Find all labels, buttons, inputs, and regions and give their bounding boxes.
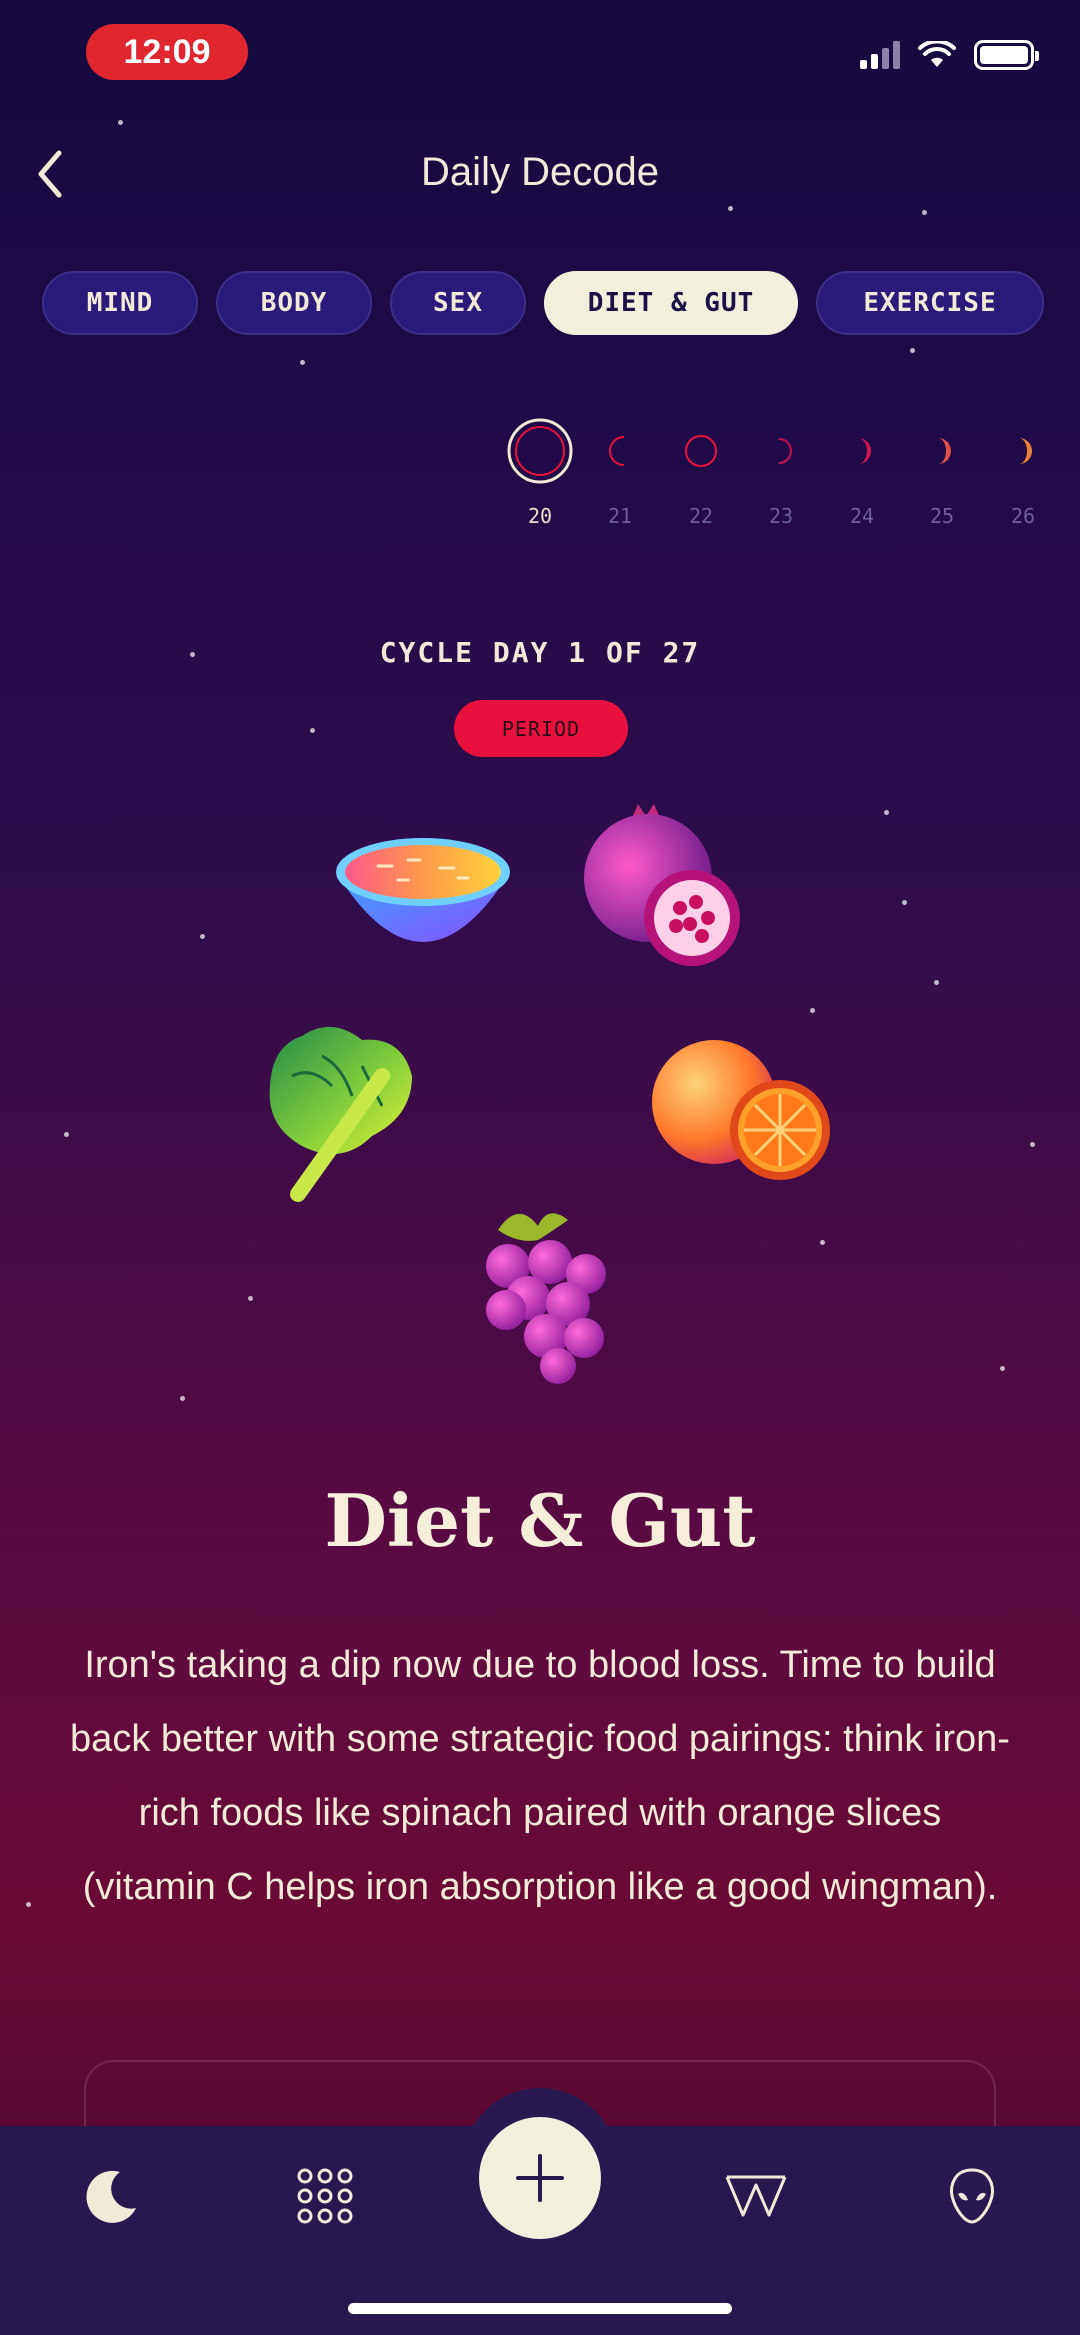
tab-mind[interactable]: MIND bbox=[42, 271, 198, 335]
pomegranate-icon bbox=[584, 804, 740, 966]
moon-phase-icon bbox=[685, 435, 717, 467]
tab-body[interactable]: BODY bbox=[216, 271, 372, 335]
section-description: Iron's taking a dip now due to blood los… bbox=[70, 1644, 1010, 1908]
spinach-icon bbox=[269, 1026, 412, 1202]
alien-icon bbox=[950, 2168, 994, 2224]
day-item-21[interactable]: 21 bbox=[580, 416, 660, 528]
day-number: 21 bbox=[607, 504, 633, 528]
status-time: 12:09 bbox=[86, 24, 248, 80]
day-number: 23 bbox=[768, 504, 794, 528]
grapes-icon bbox=[486, 1213, 606, 1384]
w-logo-icon bbox=[725, 2175, 787, 2217]
tab-diet-gut[interactable]: DIET & GUT bbox=[544, 271, 798, 335]
dot-grid-icon bbox=[297, 2168, 353, 2224]
add-button[interactable] bbox=[479, 2117, 601, 2239]
tab-exercise[interactable]: EXERCISE bbox=[816, 271, 1044, 335]
cycle-day-label: CYCLE DAY 1 OF 27 bbox=[379, 636, 701, 669]
day-item-24[interactable]: 24 bbox=[822, 416, 902, 528]
day-number: 22 bbox=[688, 504, 714, 528]
moon-phase-icon bbox=[507, 418, 573, 484]
moon-phase-icon bbox=[778, 438, 792, 464]
category-tabs: MIND BODY SEX DIET & GUT EXERCISE bbox=[42, 271, 1044, 335]
battery-icon bbox=[974, 40, 1039, 70]
day-item-26[interactable]: 26 bbox=[983, 416, 1063, 528]
day-item-22[interactable]: 22 bbox=[661, 416, 741, 528]
day-item-20[interactable]: 20 bbox=[500, 416, 580, 528]
tab-sex[interactable]: SEX bbox=[390, 271, 526, 335]
day-number: 26 bbox=[1010, 504, 1036, 528]
page-title: Daily Decode bbox=[421, 150, 659, 194]
moon-phase-icon bbox=[938, 438, 951, 464]
plus-icon bbox=[516, 2154, 564, 2202]
day-number: 20 bbox=[527, 504, 553, 528]
home-indicator[interactable] bbox=[348, 2303, 732, 2314]
signal-icon bbox=[860, 41, 900, 69]
moon-phase-icon bbox=[1019, 438, 1032, 464]
star-background bbox=[0, 0, 1080, 2335]
day-item-25[interactable]: 25 bbox=[902, 416, 982, 528]
moon-phase-icon bbox=[609, 436, 625, 466]
wifi-icon bbox=[918, 41, 956, 67]
nav-today[interactable] bbox=[72, 2156, 152, 2236]
moon-phase-icon bbox=[858, 438, 871, 464]
nav-profile[interactable] bbox=[932, 2156, 1012, 2236]
orange-icon bbox=[652, 1040, 830, 1180]
day-item-23[interactable]: 23 bbox=[741, 416, 821, 528]
day-number: 24 bbox=[849, 504, 875, 528]
phase-badge: PERIOD bbox=[454, 700, 628, 757]
nav-w[interactable] bbox=[716, 2156, 796, 2236]
day-number: 25 bbox=[929, 504, 955, 528]
soup-bowl-icon bbox=[336, 838, 510, 942]
section-title: Diet & Gut bbox=[324, 1478, 756, 1563]
status-icons bbox=[860, 40, 1039, 70]
nav-grid[interactable] bbox=[285, 2156, 365, 2236]
moon-icon bbox=[86, 2170, 136, 2223]
